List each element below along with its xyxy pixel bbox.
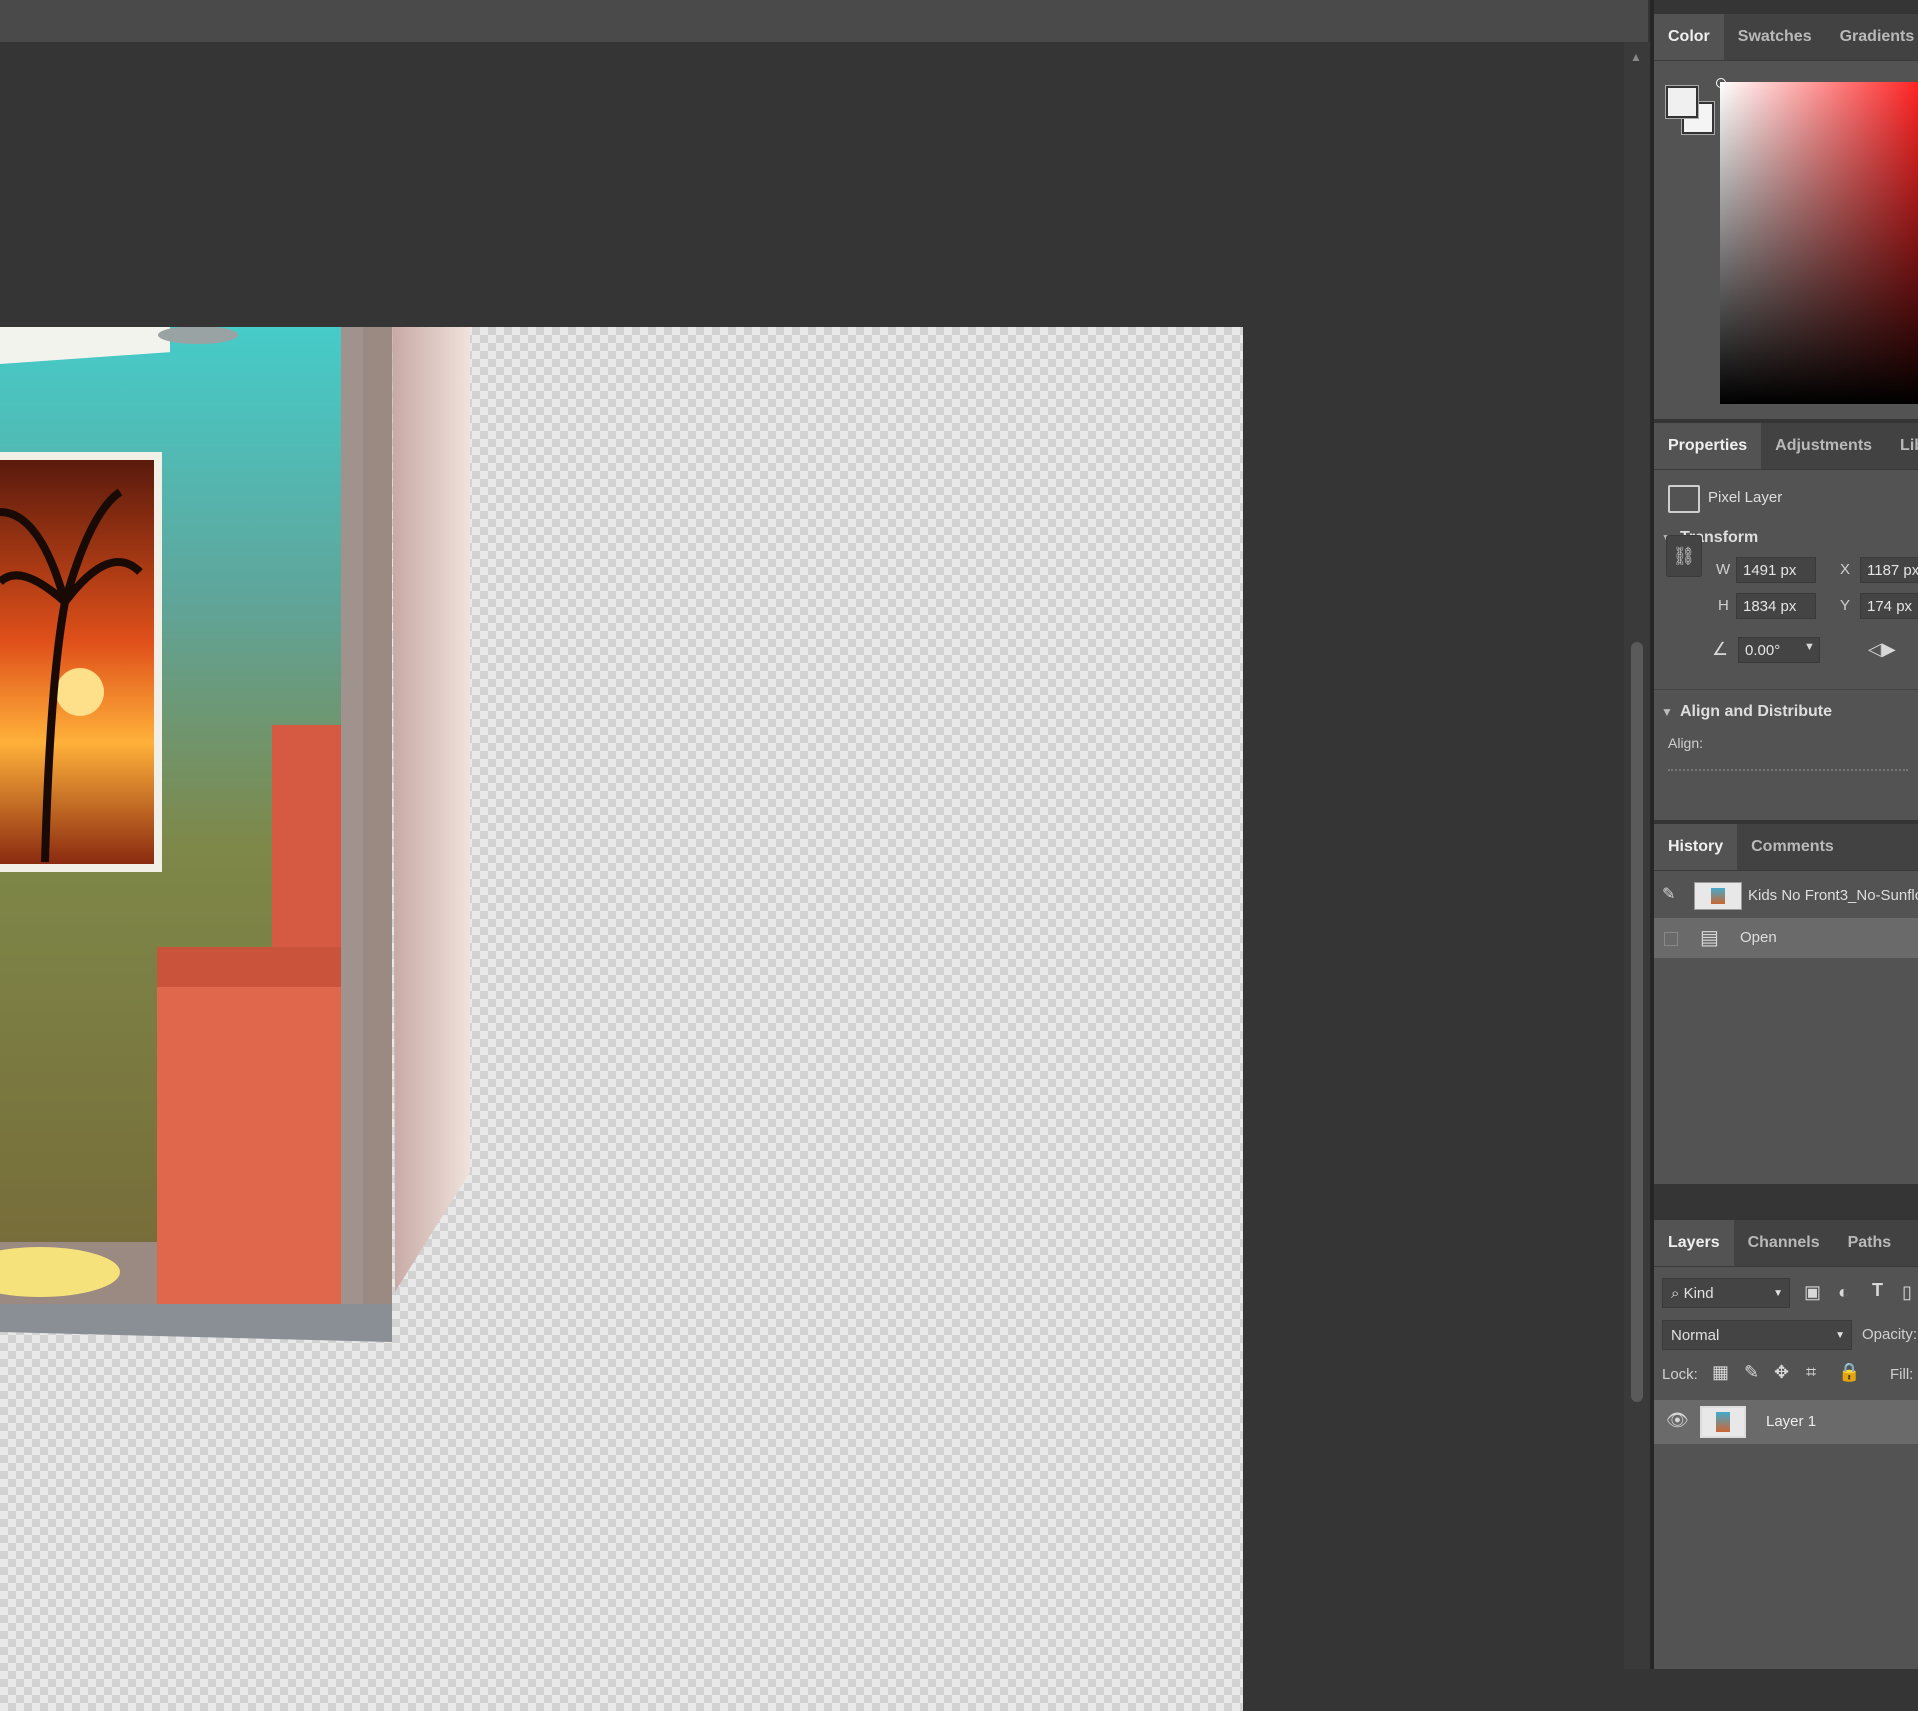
document-canvas[interactable] — [0, 327, 1243, 1711]
color-field[interactable] — [1720, 82, 1918, 404]
divider — [1654, 689, 1918, 690]
x-label: X — [1840, 561, 1851, 578]
x-field[interactable]: 1187 px — [1860, 557, 1918, 583]
y-field[interactable]: 174 px — [1860, 593, 1918, 619]
angle-dropdown-icon[interactable]: ▼ — [1804, 641, 1815, 653]
align-buttons-row[interactable] — [1668, 769, 1908, 773]
width-field[interactable]: 1491 px — [1736, 557, 1816, 583]
chevron-down-icon: ▼ — [1835, 1330, 1845, 1341]
tab-history[interactable]: History — [1654, 824, 1738, 870]
tab-libraries[interactable]: Libraries — [1886, 423, 1918, 469]
lock-artboard-icon[interactable]: ⌗ — [1806, 1362, 1816, 1383]
tab-comments[interactable]: Comments — [1737, 824, 1848, 870]
document-icon: ▤ — [1700, 927, 1719, 949]
shape-filter-icon[interactable]: ▯ — [1902, 1282, 1912, 1303]
history-panel: History Comments ✎ Kids No Front3_No-Sun… — [1654, 824, 1918, 1184]
options-bar — [0, 0, 1648, 43]
booth-image — [0, 327, 470, 1342]
tab-gradients[interactable]: Gradients — [1826, 14, 1918, 60]
y-label: Y — [1840, 597, 1851, 614]
history-item-label: Open — [1740, 929, 1777, 946]
eye-icon[interactable]: 👁 — [1666, 1410, 1689, 1431]
lock-position-icon[interactable]: ✥ — [1774, 1362, 1789, 1383]
scroll-up-icon[interactable]: ▲ — [1630, 50, 1642, 64]
properties-panel-tabs: Properties Adjustments Libraries — [1654, 423, 1918, 470]
history-panel-tabs: History Comments — [1654, 824, 1918, 871]
scroll-thumb[interactable] — [1631, 642, 1643, 1402]
tab-properties[interactable]: Properties — [1654, 423, 1762, 469]
tab-swatches[interactable]: Swatches — [1724, 14, 1826, 60]
align-header[interactable]: ▼ Align and Distribute — [1654, 703, 1918, 721]
layer-thumbnail — [1700, 1406, 1746, 1438]
type-filter-icon[interactable]: T — [1872, 1280, 1883, 1301]
fill-label: Fill: — [1890, 1366, 1914, 1383]
adjustment-filter-icon[interactable]: ◐ — [1838, 1282, 1849, 1303]
tab-channels[interactable]: Channels — [1734, 1220, 1834, 1266]
color-panel: Color Swatches Gradients P — [1654, 14, 1918, 419]
w-label: W — [1716, 561, 1731, 578]
history-item-selected[interactable]: ▤ Open — [1654, 918, 1918, 958]
height-field[interactable]: 1834 px — [1736, 593, 1816, 619]
flip-horizontal-icon[interactable]: ◁▶ — [1868, 639, 1896, 660]
color-panel-tabs: Color Swatches Gradients P — [1654, 14, 1918, 61]
align-label: Align: — [1668, 735, 1704, 751]
layer-type-label: Pixel Layer — [1708, 489, 1783, 506]
lock-all-icon[interactable]: 🔒 — [1838, 1362, 1860, 1383]
pixel-layer-icon — [1668, 485, 1700, 513]
tab-paths[interactable]: Paths — [1834, 1220, 1906, 1266]
chevron-down-icon[interactable]: ▼ — [1654, 705, 1680, 719]
tab-layers[interactable]: Layers — [1654, 1220, 1734, 1266]
foreground-color-swatch[interactable] — [1666, 86, 1698, 118]
filter-kind-label: Kind — [1683, 1285, 1714, 1302]
color-picker-cursor[interactable] — [1716, 78, 1726, 88]
tab-adjustments[interactable]: Adjustments — [1761, 423, 1886, 469]
layers-panel-tabs: Layers Channels Paths — [1654, 1220, 1918, 1267]
angle-icon: ∠ — [1712, 639, 1729, 659]
canvas-workspace[interactable] — [0, 42, 1624, 1711]
lock-paint-icon[interactable]: ✎ — [1744, 1362, 1759, 1383]
blend-mode-value: Normal — [1671, 1327, 1720, 1344]
layer-filter-select[interactable]: ⌕ Kind ▼ — [1662, 1278, 1790, 1308]
layers-panel: Layers Channels Paths ⌕ Kind ▼ ▣ ◐ T ▯ N… — [1654, 1220, 1918, 1669]
opacity-label: Opacity: — [1862, 1326, 1918, 1343]
history-brush-icon[interactable]: ✎ — [1662, 884, 1675, 904]
properties-panel: Properties Adjustments Libraries Pixel L… — [1654, 423, 1918, 820]
chevron-down-icon: ▼ — [1773, 1288, 1783, 1299]
history-snapshot-thumbnail — [1694, 882, 1742, 910]
h-label: H — [1718, 597, 1729, 614]
layer-name[interactable]: Layer 1 — [1766, 1413, 1816, 1430]
align-title: Align and Distribute — [1680, 703, 1832, 720]
layer-row[interactable]: 👁 Layer 1 — [1654, 1400, 1918, 1444]
layer-type-row: Pixel Layer — [1654, 475, 1918, 519]
tab-color[interactable]: Color — [1654, 14, 1724, 60]
history-item-label: Kids No Front3_No-Sunflower — [1748, 887, 1918, 904]
link-icon[interactable]: ⛓ — [1666, 535, 1702, 577]
history-source-checkbox[interactable] — [1664, 932, 1678, 946]
lock-label: Lock: — [1662, 1366, 1698, 1383]
search-icon: ⌕ — [1671, 1285, 1680, 1302]
blend-mode-select[interactable]: Normal ▼ — [1662, 1320, 1852, 1350]
history-item[interactable]: ✎ Kids No Front3_No-Sunflower — [1654, 876, 1918, 916]
vertical-scrollbar[interactable]: ▲ — [1624, 42, 1650, 1669]
lock-transparent-icon[interactable]: ▦ — [1712, 1362, 1729, 1383]
pixel-filter-icon[interactable]: ▣ — [1804, 1282, 1821, 1303]
